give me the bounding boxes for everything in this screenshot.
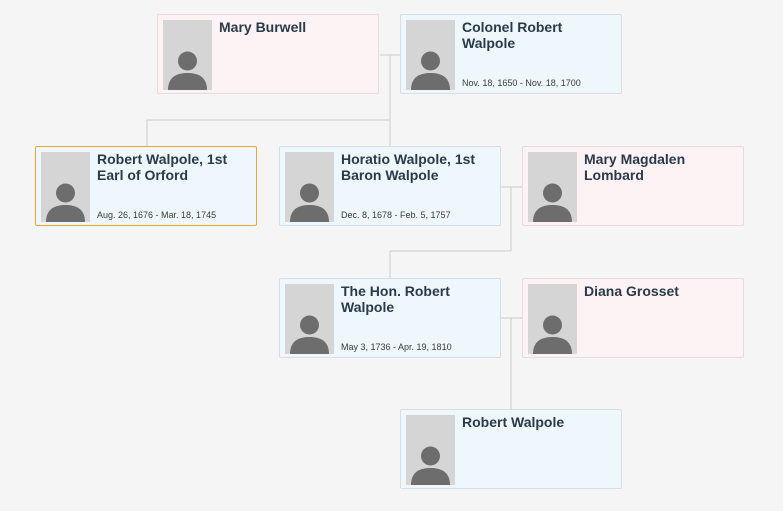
person-dates: Aug. 26, 1676 - Mar. 18, 1745: [97, 210, 217, 220]
person-silhouette-icon: [406, 415, 455, 485]
person-name: The Hon. Robert Walpole: [341, 283, 450, 315]
person-silhouette-icon: [285, 284, 334, 354]
person-card-robert-walpole-1st-earl[interactable]: Robert Walpole, 1st Earl of Orford Aug. …: [35, 146, 257, 226]
person-dates: Nov. 18, 1650 - Nov. 18, 1700: [462, 78, 581, 88]
person-card-colonel-robert-walpole[interactable]: Colonel Robert Walpole Nov. 18, 1650 - N…: [400, 14, 622, 94]
person-dates: May 3, 1736 - Apr. 19, 1810: [341, 342, 452, 352]
person-card-mary-burwell[interactable]: Mary Burwell: [157, 14, 379, 94]
person-silhouette-icon: [285, 152, 334, 222]
person-silhouette-icon: [41, 152, 90, 222]
person-card-horatio-walpole[interactable]: Horatio Walpole, 1st Baron Walpole Dec. …: [279, 146, 501, 226]
person-name: Mary Magdalen Lombard: [584, 151, 686, 183]
person-silhouette-icon: [163, 20, 212, 90]
person-silhouette-icon: [406, 20, 455, 90]
person-silhouette-icon: [528, 284, 577, 354]
person-name: Diana Grosset: [584, 283, 679, 299]
person-name: Horatio Walpole, 1st Baron Walpole: [341, 151, 476, 183]
person-name: Mary Burwell: [219, 19, 307, 35]
family-tree: Mary Burwell Colonel Robert Walpole Nov.…: [0, 0, 783, 511]
person-card-mary-magdalen-lombard[interactable]: Mary Magdalen Lombard: [522, 146, 744, 226]
person-card-diana-grosset[interactable]: Diana Grosset: [522, 278, 744, 358]
tree-connectors: [146, 54, 522, 409]
person-silhouette-icon: [528, 152, 577, 222]
person-card-hon-robert-walpole[interactable]: The Hon. Robert Walpole May 3, 1736 - Ap…: [279, 278, 501, 358]
person-card-robert-walpole[interactable]: Robert Walpole: [400, 409, 622, 489]
person-name: Robert Walpole: [462, 414, 565, 430]
person-dates: Dec. 8, 1678 - Feb. 5, 1757: [341, 210, 451, 220]
person-name: Robert Walpole, 1st Earl of Orford: [97, 151, 228, 183]
person-name: Colonel Robert Walpole: [462, 19, 563, 51]
